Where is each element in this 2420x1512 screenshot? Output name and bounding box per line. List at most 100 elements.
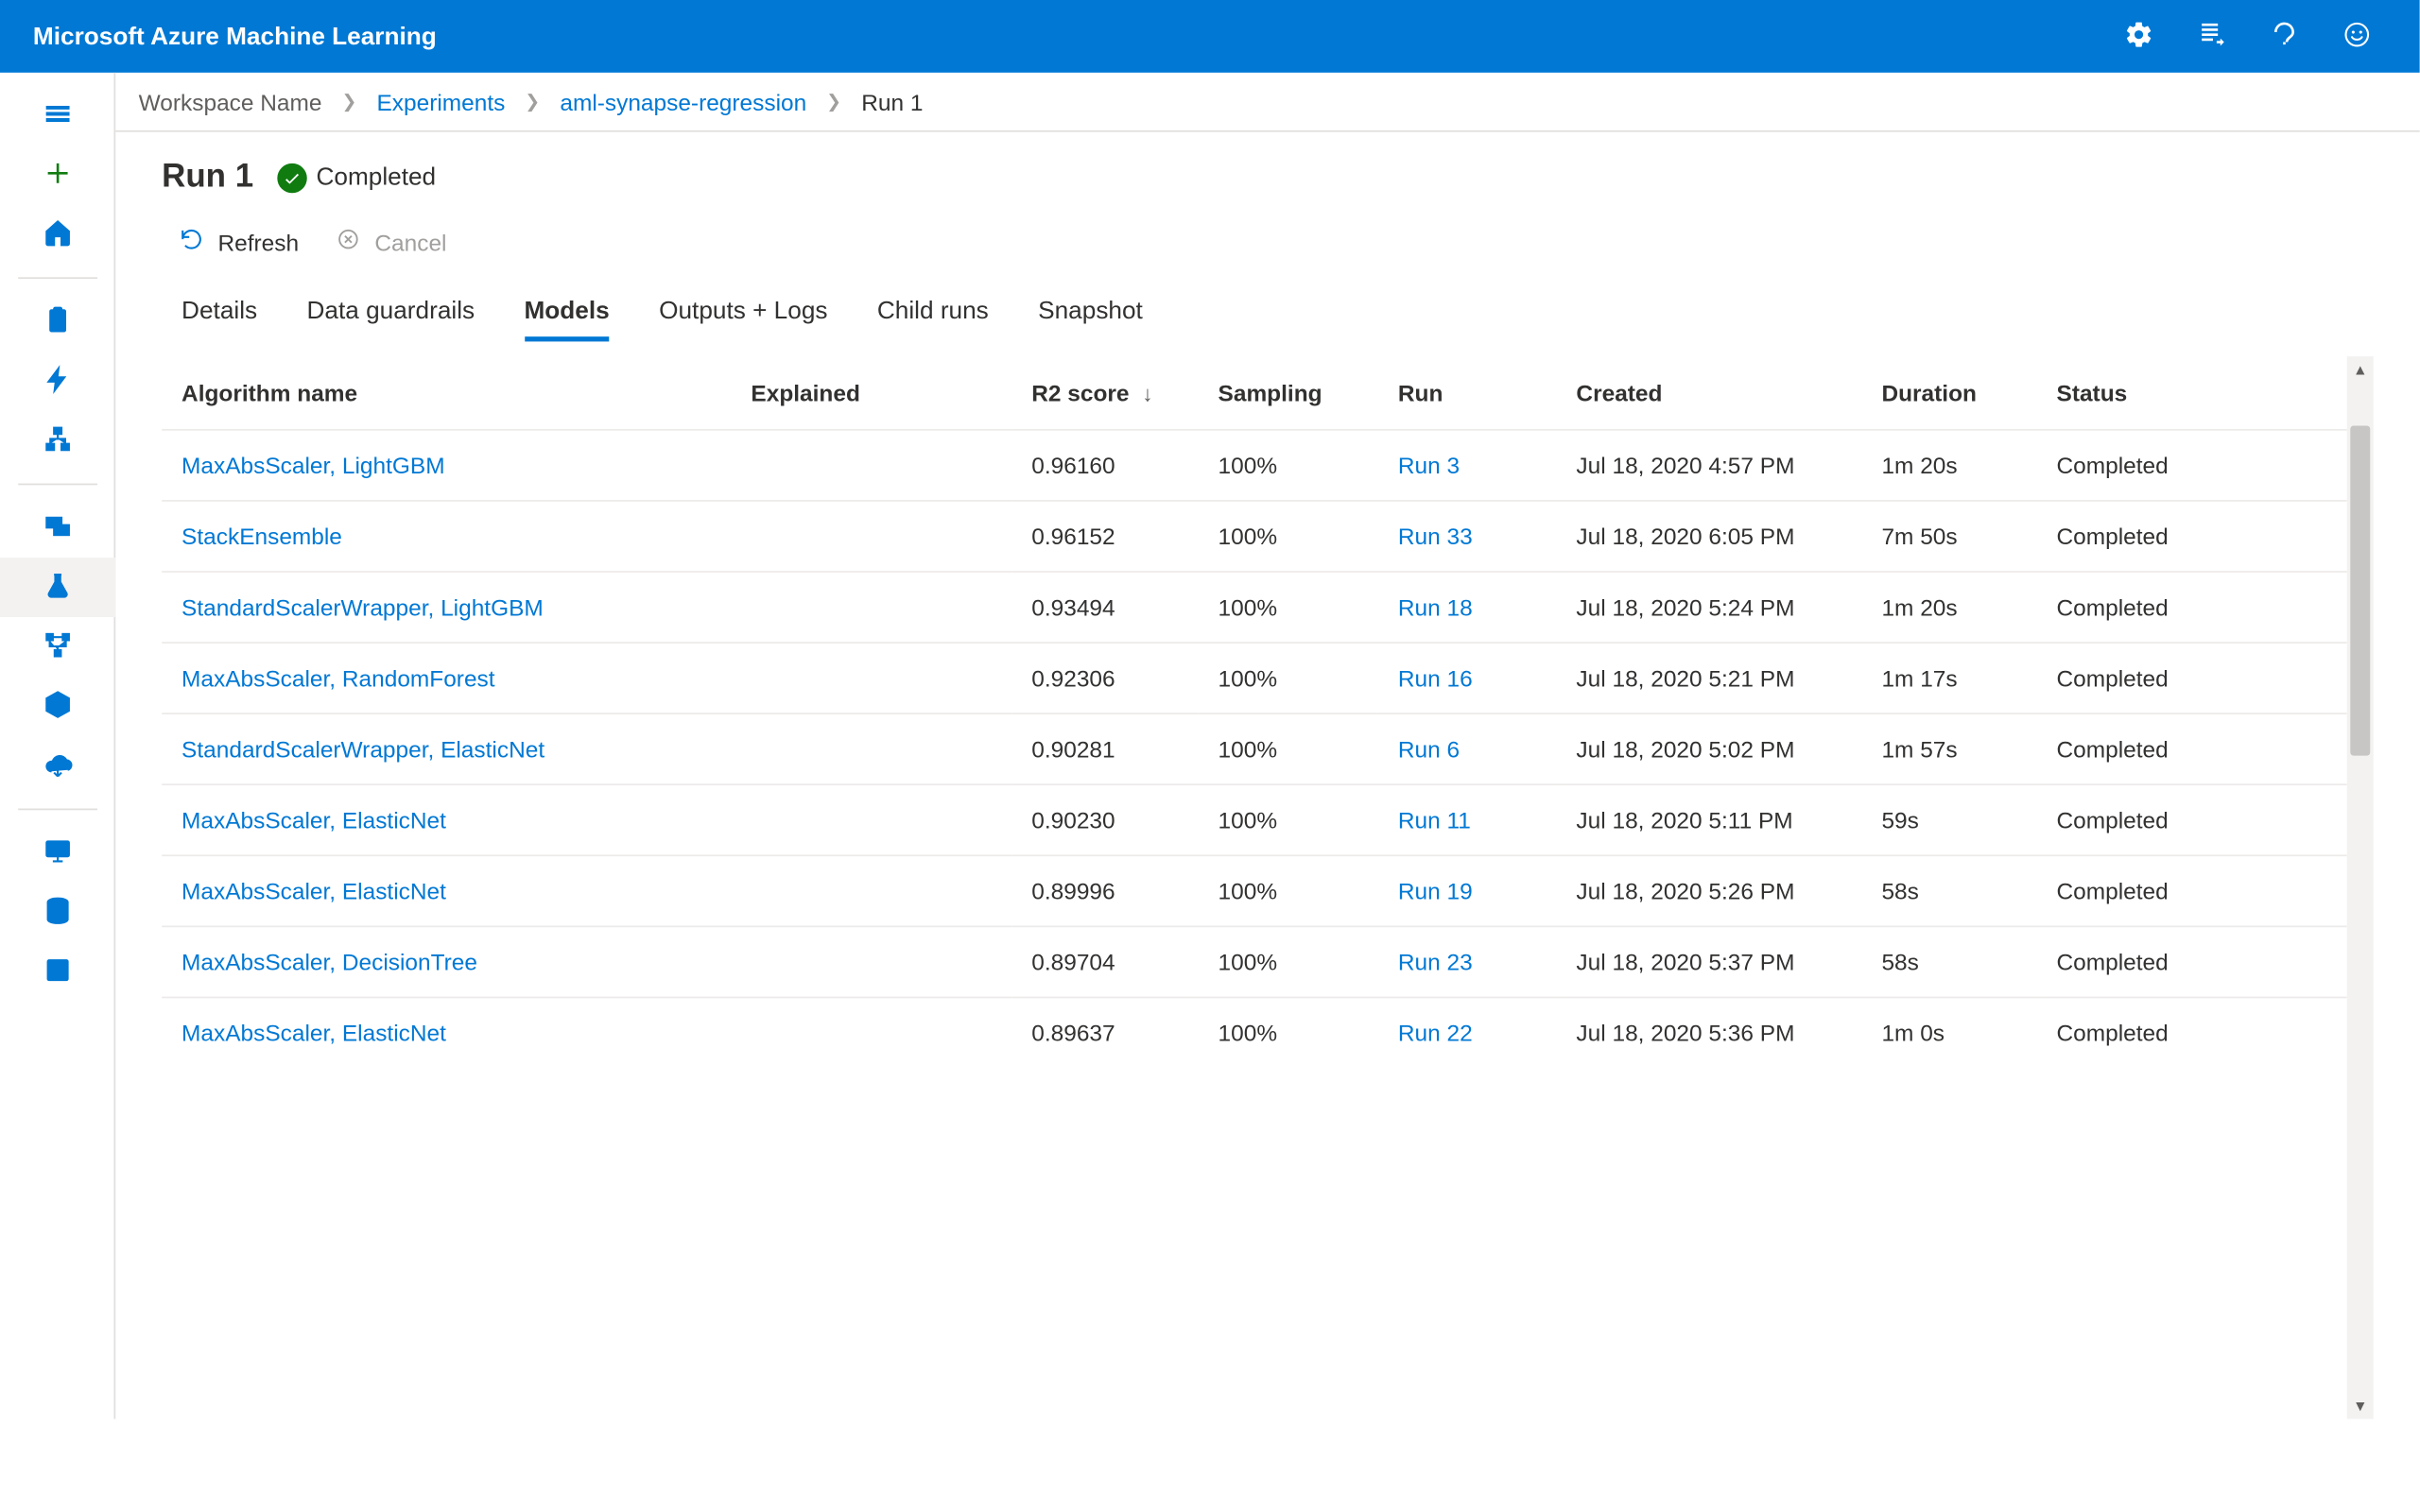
sidebar-home[interactable] — [0, 205, 114, 265]
cell-algorithm[interactable]: MaxAbsScaler, DecisionTree — [162, 926, 731, 997]
table-row[interactable]: MaxAbsScaler, ElasticNet0.89637100%Run 2… — [162, 997, 2347, 1067]
cell-created: Jul 18, 2020 5:11 PM — [1556, 784, 1861, 855]
smile-feedback-button[interactable] — [2321, 0, 2394, 73]
sidebar-compute[interactable] — [0, 823, 114, 883]
cell-sampling: 100% — [1199, 926, 1378, 997]
gear-icon — [2124, 19, 2153, 54]
tab-models[interactable]: Models — [524, 287, 609, 342]
cell-run[interactable]: Run 22 — [1378, 997, 1557, 1067]
hamburger-icon — [43, 98, 72, 133]
cell-algorithm[interactable]: MaxAbsScaler, ElasticNet — [162, 855, 731, 926]
sidebar-separator — [17, 277, 96, 279]
settings-button[interactable] — [2102, 0, 2175, 73]
sidebar-datastores[interactable] — [0, 883, 114, 942]
cell-duration: 59s — [1861, 784, 2036, 855]
col-r2[interactable]: R2 score ↓ — [1011, 356, 1198, 430]
col-created[interactable]: Created — [1556, 356, 1861, 430]
tab-snapshot[interactable]: Snapshot — [1038, 287, 1143, 342]
tab-outputs-logs[interactable]: Outputs + Logs — [659, 287, 827, 342]
sidebar-pipelines[interactable] — [0, 617, 114, 677]
col-duration[interactable]: Duration — [1861, 356, 2036, 430]
table-row[interactable]: StackEnsemble0.96152100%Run 33Jul 18, 20… — [162, 501, 2347, 572]
cell-explained — [731, 997, 1011, 1067]
col-sampling[interactable]: Sampling — [1199, 356, 1378, 430]
chevron-right-icon: ❯ — [515, 91, 550, 112]
toolbar: Refresh Cancel — [162, 213, 2374, 287]
scrollbar-thumb[interactable] — [2350, 425, 2370, 755]
cell-status: Completed — [2037, 643, 2347, 713]
cell-algorithm[interactable]: MaxAbsScaler, RandomForest — [162, 643, 731, 713]
cell-run[interactable]: Run 16 — [1378, 643, 1557, 713]
sidebar-automl[interactable] — [0, 352, 114, 411]
col-explained[interactable]: Explained — [731, 356, 1011, 430]
cell-sampling: 100% — [1199, 784, 1378, 855]
cell-run[interactable]: Run 33 — [1378, 501, 1557, 572]
sidebar-labeling[interactable] — [0, 942, 114, 1002]
cell-status: Completed — [2037, 855, 2347, 926]
cell-algorithm[interactable]: MaxAbsScaler, ElasticNet — [162, 997, 731, 1067]
table-row[interactable]: StandardScalerWrapper, LightGBM0.9349410… — [162, 572, 2347, 643]
breadcrumb-item-experiment-name[interactable]: aml-synapse-regression — [557, 85, 810, 118]
tab-child-runs[interactable]: Child runs — [877, 287, 989, 342]
help-button[interactable] — [2248, 0, 2321, 73]
cell-run[interactable]: Run 23 — [1378, 926, 1557, 997]
table-row[interactable]: MaxAbsScaler, ElasticNet0.90230100%Run 1… — [162, 784, 2347, 855]
cell-algorithm[interactable]: StandardScalerWrapper, LightGBM — [162, 572, 731, 643]
cell-explained — [731, 784, 1011, 855]
cell-status: Completed — [2037, 926, 2347, 997]
body: Workspace Name ❯ Experiments ❯ aml-synap… — [0, 73, 2420, 1419]
tab-details[interactable]: Details — [182, 287, 257, 342]
col-run[interactable]: Run — [1378, 356, 1557, 430]
edit-icon — [43, 954, 72, 989]
cell-run[interactable]: Run 3 — [1378, 430, 1557, 501]
cell-run[interactable]: Run 19 — [1378, 855, 1557, 926]
breadcrumb-item-workspace[interactable]: Workspace Name — [135, 85, 325, 118]
sidebar-create[interactable] — [0, 146, 114, 205]
tree-icon — [43, 423, 72, 458]
table-row[interactable]: MaxAbsScaler, RandomForest0.92306100%Run… — [162, 643, 2347, 713]
sidebar-endpoints[interactable] — [0, 736, 114, 796]
sidebar-toggle[interactable] — [0, 86, 114, 146]
main: Workspace Name ❯ Experiments ❯ aml-synap… — [115, 73, 2419, 1419]
cell-algorithm[interactable]: MaxAbsScaler, ElasticNet — [162, 784, 731, 855]
scrollbar-down-icon[interactable]: ▼ — [2347, 1393, 2374, 1419]
cell-run[interactable]: Run 11 — [1378, 784, 1557, 855]
cell-run[interactable]: Run 18 — [1378, 572, 1557, 643]
tab-data-guardrails[interactable]: Data guardrails — [307, 287, 475, 342]
cell-created: Jul 18, 2020 5:24 PM — [1556, 572, 1861, 643]
cell-algorithm[interactable]: MaxAbsScaler, LightGBM — [162, 430, 731, 501]
feedback-form-button[interactable] — [2175, 0, 2248, 73]
refresh-button[interactable]: Refresh — [179, 223, 300, 261]
sidebar-notebooks[interactable] — [0, 292, 114, 352]
cell-sampling: 100% — [1199, 855, 1378, 926]
table-header-row: Algorithm name Explained R2 score ↓ Samp… — [162, 356, 2347, 430]
table-row[interactable]: MaxAbsScaler, DecisionTree0.89704100%Run… — [162, 926, 2347, 997]
scrollbar-up-icon[interactable]: ▲ — [2347, 356, 2374, 383]
table-row[interactable]: StandardScalerWrapper, ElasticNet0.90281… — [162, 713, 2347, 784]
sidebar-models[interactable] — [0, 677, 114, 736]
cell-algorithm[interactable]: StandardScalerWrapper, ElasticNet — [162, 713, 731, 784]
sidebar-designer[interactable] — [0, 411, 114, 471]
cell-duration: 58s — [1861, 926, 2036, 997]
table-row[interactable]: MaxAbsScaler, LightGBM0.96160100%Run 3Ju… — [162, 430, 2347, 501]
sidebar-experiments[interactable] — [0, 558, 114, 617]
table-row[interactable]: MaxAbsScaler, ElasticNet0.89996100%Run 1… — [162, 855, 2347, 926]
cell-sampling: 100% — [1199, 430, 1378, 501]
models-table: Algorithm name Explained R2 score ↓ Samp… — [162, 356, 2347, 1068]
cell-sampling: 100% — [1199, 643, 1378, 713]
sidebar-datasets[interactable] — [0, 498, 114, 558]
cloud-icon — [43, 748, 72, 783]
col-status[interactable]: Status — [2037, 356, 2347, 430]
breadcrumb-item-experiments[interactable]: Experiments — [373, 85, 509, 118]
breadcrumb-item-current: Run 1 — [858, 85, 926, 118]
vertical-scrollbar[interactable]: ▲ ▼ — [2347, 356, 2374, 1418]
cell-explained — [731, 713, 1011, 784]
plus-icon — [43, 158, 72, 193]
cell-duration: 1m 20s — [1861, 430, 2036, 501]
col-algorithm[interactable]: Algorithm name — [162, 356, 731, 430]
cell-r2: 0.89637 — [1011, 997, 1198, 1067]
cell-algorithm[interactable]: StackEnsemble — [162, 501, 731, 572]
cell-run[interactable]: Run 6 — [1378, 713, 1557, 784]
cell-explained — [731, 572, 1011, 643]
top-bar: Microsoft Azure Machine Learning — [0, 0, 2420, 73]
